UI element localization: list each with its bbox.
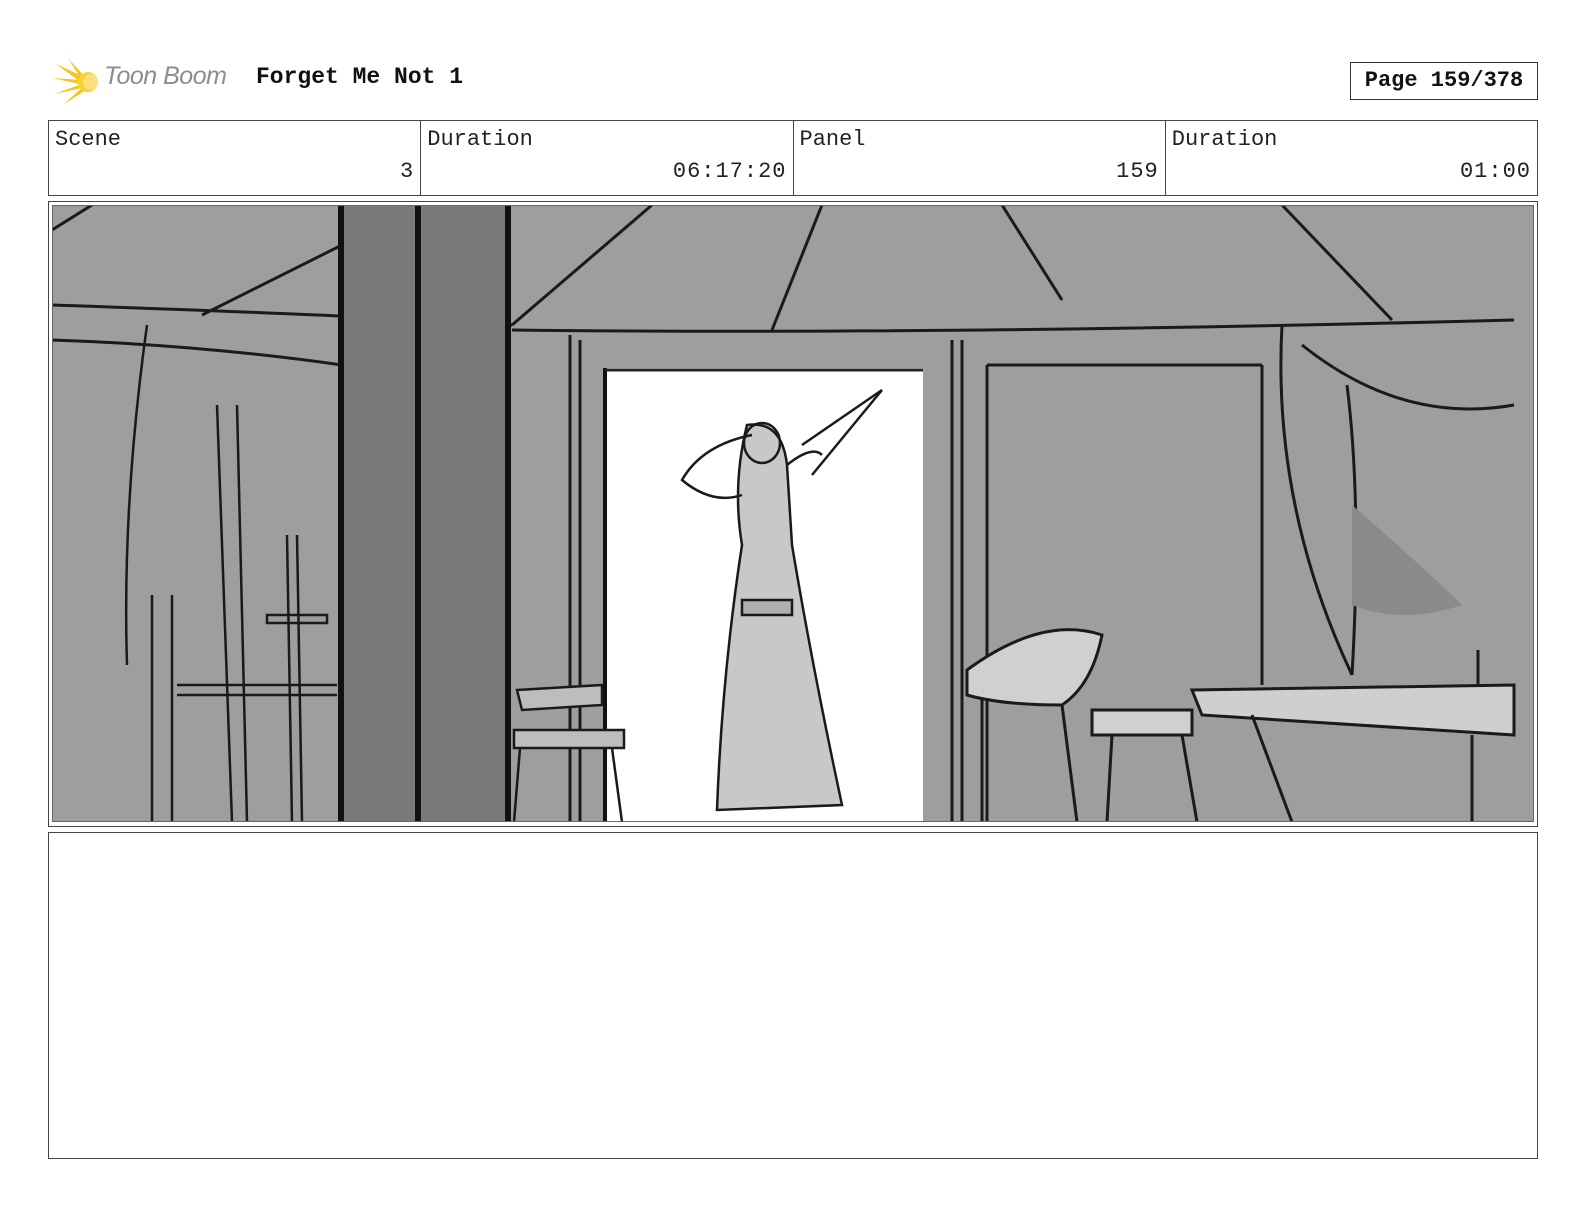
scene-duration-cell: Duration 06:17:20 (421, 121, 794, 195)
panel-label: Panel (799, 127, 866, 152)
storyboard-panel-image (52, 205, 1534, 822)
panel-duration-label: Duration (1171, 127, 1278, 152)
scene-duration-value: 06:17:20 (672, 159, 787, 184)
panel-duration-cell: Duration 01:00 (1166, 121, 1537, 195)
scene-duration-label: Duration (427, 127, 533, 152)
scene-value: 3 (400, 159, 415, 184)
project-title: Forget Me Not 1 (256, 64, 464, 90)
scene-cell: Scene 3 (49, 121, 422, 195)
scene-info-table: Scene 3 Duration 06:17:20 Panel 159 Dura… (48, 120, 1538, 196)
starburst-icon (52, 58, 99, 104)
logo-wordmark: Toon Boom (104, 62, 227, 90)
panel-cell: Panel 159 (794, 121, 1166, 195)
page-indicator: Page 159/378 (1350, 62, 1538, 100)
panel-value: 159 (1116, 159, 1159, 184)
panel-notes-box (48, 832, 1538, 1159)
scene-label: Scene (55, 127, 122, 152)
sketch-illustration (52, 205, 1534, 822)
panel-duration-value: 01:00 (1459, 159, 1531, 184)
